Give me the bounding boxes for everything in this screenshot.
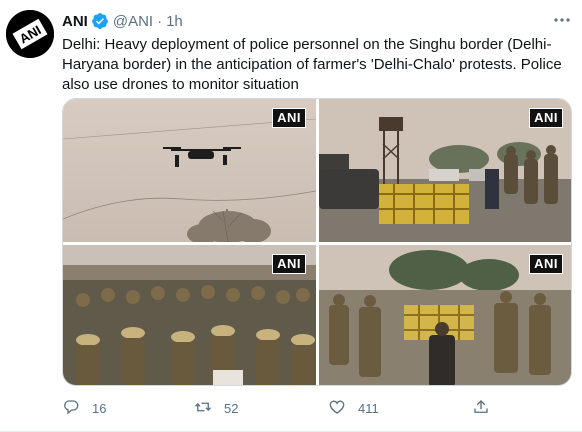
media-grid: ANI ANI ANI ANI [62, 98, 572, 386]
verified-badge-icon [91, 12, 109, 30]
ani-watermark: ANI [272, 254, 306, 274]
reply-button[interactable]: 16 [62, 396, 106, 420]
like-heart-icon [328, 398, 346, 419]
like-button[interactable]: 411 [328, 396, 379, 420]
tweet-card[interactable]: ANI ANI @ANI · 1h Delhi: Heavy deploymen… [0, 0, 582, 432]
display-name[interactable]: ANI [62, 13, 88, 30]
ani-logo: ANI [6, 10, 54, 58]
tweet-timestamp[interactable]: 1h [166, 13, 183, 30]
like-count: 411 [358, 400, 379, 416]
reply-icon [62, 398, 80, 419]
police-crowd-photo[interactable]: ANI [63, 245, 316, 385]
share-icon [472, 398, 490, 419]
retweet-icon [194, 398, 212, 419]
police-barricade-photo[interactable]: ANI [319, 245, 571, 385]
ani-watermark: ANI [529, 108, 563, 128]
avatar[interactable]: ANI [6, 10, 54, 58]
more-options-icon[interactable] [550, 10, 574, 30]
reply-count: 16 [92, 400, 107, 416]
drone-photo[interactable]: ANI [63, 99, 316, 242]
tweet-actions: 16 52 411 [62, 396, 522, 420]
ani-watermark: ANI [272, 108, 306, 128]
tweet-text: Delhi: Heavy deployment of police person… [62, 36, 562, 93]
barricade-tower-photo[interactable]: ANI [319, 99, 571, 242]
share-button[interactable] [472, 396, 490, 420]
header-separator: · [157, 12, 163, 30]
retweet-button[interactable]: 52 [194, 396, 238, 420]
ani-watermark: ANI [529, 254, 563, 274]
tweet-header: ANI @ANI · 1h [62, 11, 183, 31]
user-handle[interactable]: @ANI [113, 13, 153, 30]
retweet-count: 52 [224, 400, 239, 416]
